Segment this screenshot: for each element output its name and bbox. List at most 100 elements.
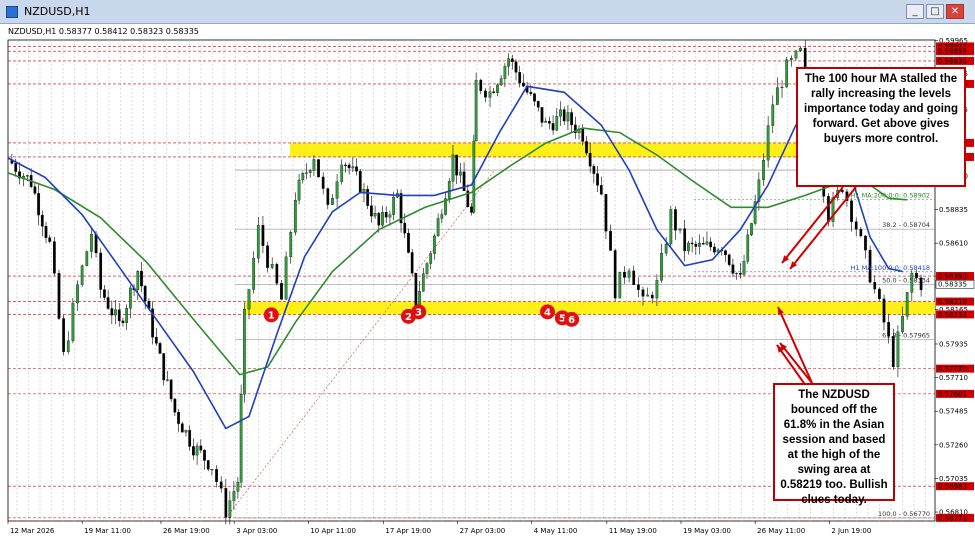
candle-bull — [794, 50, 798, 59]
price-level-tag-text: 0.56983 — [938, 483, 967, 491]
candle-bear — [588, 152, 592, 167]
candle-bear — [33, 186, 37, 194]
candle-bear — [94, 234, 98, 254]
candle-bull — [294, 199, 297, 233]
candle-bull — [243, 308, 246, 395]
window-title: NZDUSD,H1 — [24, 5, 91, 18]
candle-bear — [585, 141, 588, 154]
candle-bull — [421, 273, 425, 292]
support-resistance-zone — [290, 301, 935, 315]
candle-bull — [252, 257, 256, 290]
candle-bear — [103, 289, 106, 298]
candle-bear — [106, 297, 110, 309]
candle-bear — [570, 112, 573, 126]
candle-bull — [785, 59, 789, 88]
candle-bull — [351, 166, 355, 169]
candle-bear — [873, 282, 877, 290]
candle-bear — [14, 163, 18, 172]
candle-bear — [727, 254, 731, 265]
swing-marker-label: 6 — [568, 315, 575, 326]
candle-bull — [297, 179, 301, 201]
candle-bull — [555, 116, 559, 131]
candle-bull — [210, 469, 214, 471]
candle-bear — [37, 193, 40, 216]
candle-bull — [627, 270, 631, 278]
candle-bear — [919, 277, 923, 291]
candle-bear — [180, 423, 184, 433]
candle-bull — [436, 218, 440, 237]
candle-bear — [674, 209, 677, 231]
candle-bull — [618, 271, 622, 299]
price-level-tag-text: 0.56771 — [938, 514, 967, 522]
candle-bear — [882, 298, 886, 323]
candle-bear — [701, 243, 705, 245]
minimize-button[interactable]: _ — [906, 4, 924, 19]
candle-bear — [562, 109, 566, 122]
candle-bull — [698, 243, 701, 247]
candle-bull — [340, 164, 344, 182]
x-tick-label: 3 Apr 03:00 — [236, 527, 277, 535]
x-tick-label: 2 Jun 19:00 — [831, 527, 871, 535]
candle-bear — [377, 213, 381, 226]
candle-bear — [121, 320, 125, 323]
candle-bull — [742, 261, 746, 275]
candle-bear — [470, 206, 473, 213]
candle-bear — [878, 288, 881, 300]
swing-marker: 4 — [540, 304, 556, 320]
candle-bear — [514, 61, 518, 73]
candle-bear — [384, 212, 388, 218]
candle-bull — [166, 379, 169, 381]
candle-bull — [687, 242, 690, 252]
candle-bear — [592, 166, 596, 174]
candle-bear — [599, 185, 603, 195]
candle-bull — [433, 235, 436, 254]
candle-bull — [301, 173, 305, 181]
candle-bull — [429, 253, 433, 264]
candle-bear — [173, 398, 177, 413]
candle-bull — [669, 209, 673, 245]
candle-bear — [326, 188, 330, 205]
candle-bear — [581, 128, 585, 142]
candle-bear — [479, 79, 483, 92]
fib-level-label: 50.0 - 0.58334 — [882, 276, 930, 284]
close-button[interactable]: ✕ — [946, 4, 964, 19]
candle-bear — [280, 283, 283, 300]
candle-bear — [709, 241, 713, 248]
swing-marker-label: 2 — [405, 312, 412, 323]
ma-value-label: H1 MA:200:0:0: 0.58902 — [851, 192, 930, 200]
candle-bull — [129, 287, 132, 309]
candle-bear — [403, 222, 407, 234]
price-level-tag-text: 0.59895 — [938, 48, 967, 56]
candle-bull — [905, 292, 909, 317]
x-tick-label: 26 May 11:00 — [757, 527, 805, 535]
candle-bull — [472, 140, 476, 213]
candle-bull — [308, 170, 312, 173]
price-level-tag-text: 0.59830 — [938, 57, 967, 65]
candle-bull — [544, 120, 548, 123]
candle-bull — [247, 289, 251, 310]
price-level-tag-text: 0.58133 — [938, 311, 967, 319]
candle-bear — [694, 243, 698, 247]
candle-bear — [206, 460, 210, 470]
x-tick-label: 10 Apr 11:00 — [310, 527, 356, 535]
candle-bull — [559, 109, 562, 117]
y-tick-label: 0.57260 — [939, 441, 968, 449]
maximize-button[interactable]: □ — [926, 4, 944, 19]
candle-bear — [261, 225, 265, 246]
y-tick-label: 0.58610 — [939, 240, 968, 248]
swing-marker-label: 4 — [544, 307, 551, 318]
candle-bear — [613, 250, 617, 299]
x-tick-label: 17 Apr 19:00 — [385, 527, 431, 535]
y-tick-label: 0.57935 — [939, 340, 968, 348]
candle-bull — [447, 181, 451, 199]
candle-bear — [347, 164, 351, 169]
candle-bull — [507, 58, 510, 67]
candle-bull — [284, 256, 288, 300]
candle-bear — [344, 164, 347, 166]
candle-bear — [915, 272, 918, 278]
candle-bear — [44, 226, 48, 238]
candle-bull — [25, 175, 29, 177]
candle-bull — [566, 112, 570, 122]
candle-bear — [117, 309, 121, 322]
candle-bear — [632, 270, 636, 285]
